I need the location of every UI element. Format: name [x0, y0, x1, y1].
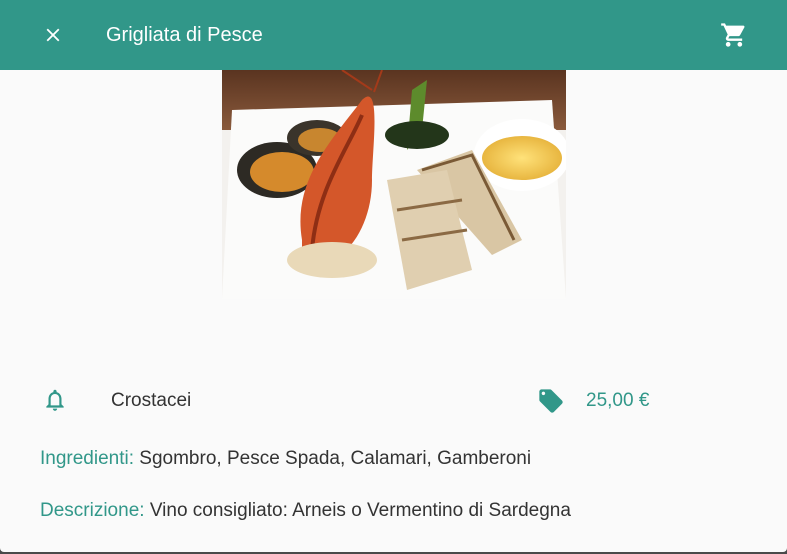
dish-category: Crostacei [111, 390, 192, 411]
dish-price: 25,00 € [586, 390, 650, 411]
price-tag-icon [539, 389, 563, 413]
ingredients-label: Ingredienti: [40, 448, 135, 469]
description-label: Descrizione: [40, 500, 145, 521]
close-icon [46, 28, 60, 42]
close-button[interactable] [30, 12, 76, 58]
ingredients-value: Sgombro, Pesce Spada, Calamari, Gamberon… [139, 448, 532, 469]
ingredients-line: Ingredienti: Sgombro, Pesce Spada, Calam… [40, 448, 531, 470]
description-line: Descrizione: Vino consigliato: Arneis o … [40, 500, 571, 522]
dish-image [222, 70, 566, 299]
dish-dialog: Grigliata di Pesce Crostacei 25,00 € Ing… [0, 0, 787, 552]
cart-button[interactable] [711, 12, 757, 58]
bell-icon [46, 389, 64, 411]
dialog-toolbar: Grigliata di Pesce [0, 0, 787, 70]
dialog-title: Grigliata di Pesce [106, 24, 263, 46]
shopping-cart-icon [721, 23, 745, 47]
description-value: Vino consigliato: Arneis o Vermentino di… [149, 500, 571, 521]
